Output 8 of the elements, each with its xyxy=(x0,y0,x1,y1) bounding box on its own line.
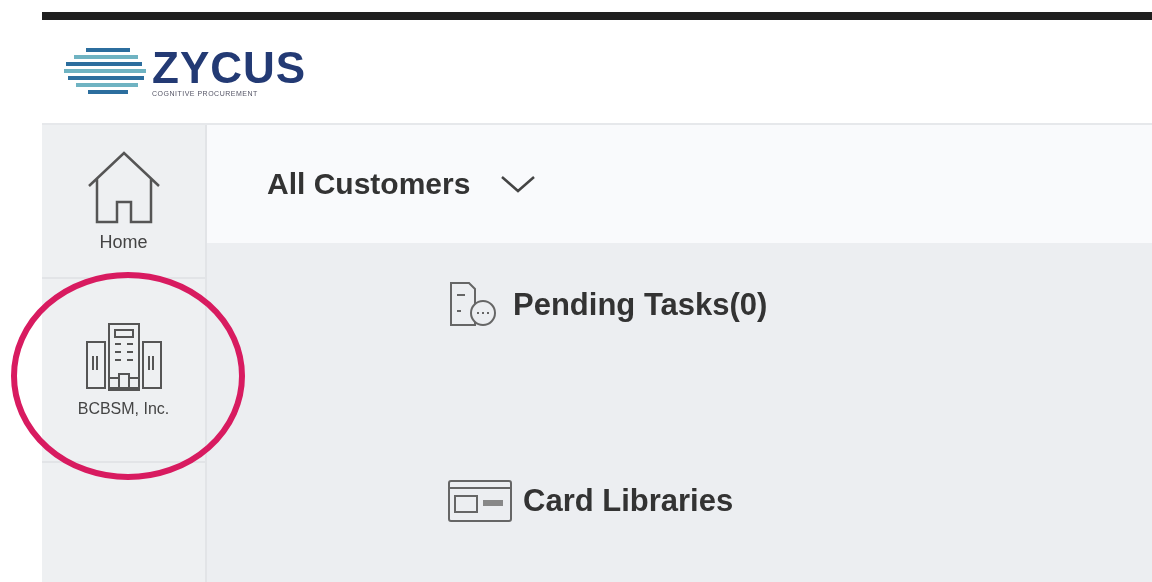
card-icon xyxy=(447,479,513,523)
logo-wordmark: ZYCUS xyxy=(152,46,307,90)
chevron-down-icon xyxy=(500,174,537,194)
section-link[interactable]: Pending Tasks(0) xyxy=(513,287,768,323)
customer-dropdown[interactable]: All Customers xyxy=(267,167,537,201)
building-icon xyxy=(84,322,163,394)
sidebar-item[interactable]: Home xyxy=(42,125,205,279)
section-link[interactable]: Card Libraries xyxy=(523,483,734,519)
